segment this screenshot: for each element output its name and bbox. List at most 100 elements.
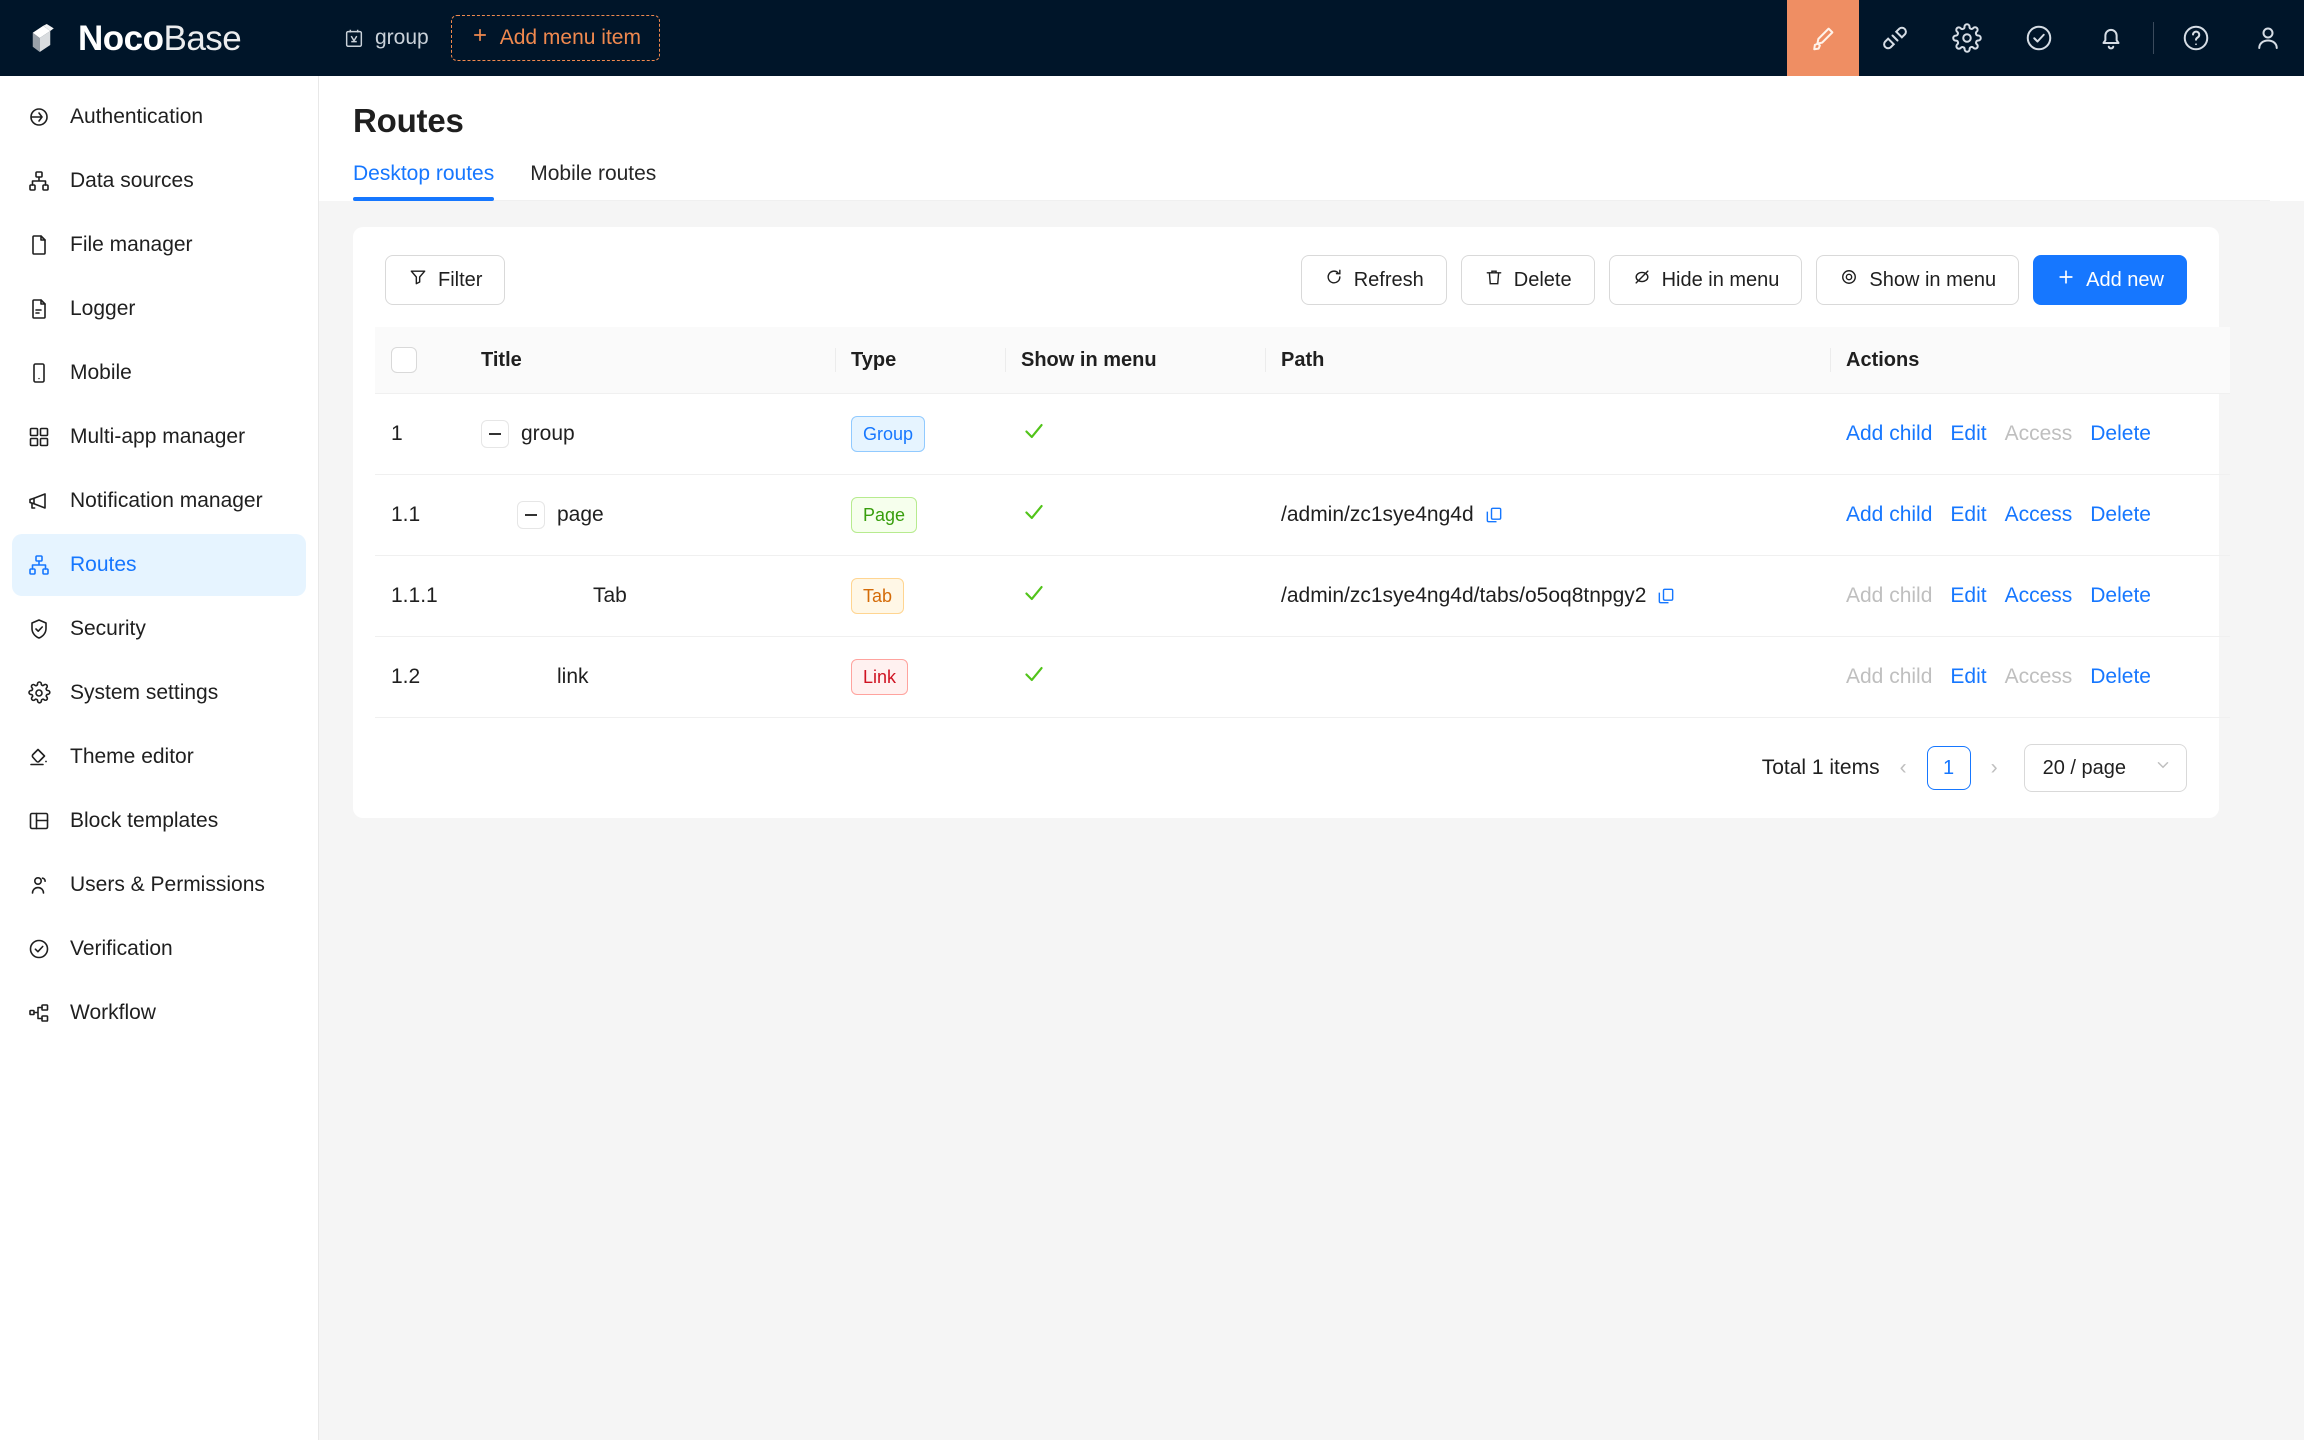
top-header-bar: NocoBase group Add menu item	[0, 0, 2304, 76]
add-new-button[interactable]: Add new	[2033, 255, 2187, 305]
check-icon	[1021, 420, 1047, 450]
user-icon[interactable]	[2232, 0, 2304, 76]
plugin-icon[interactable]	[1859, 0, 1931, 76]
column-header-select	[375, 327, 465, 394]
select-all-checkbox[interactable]	[391, 347, 417, 373]
nocobase-logo-icon	[24, 17, 66, 59]
delete-button[interactable]: Delete	[1461, 255, 1595, 305]
eye-slash-icon	[1632, 267, 1652, 293]
filter-button[interactable]: Filter	[385, 255, 505, 305]
column-header-actions: Actions	[1830, 327, 2230, 394]
sidebar-item-workflow[interactable]: Workflow	[12, 982, 306, 1044]
brand-logo-area[interactable]: NocoBase	[0, 0, 319, 76]
column-header-type: Type	[835, 327, 1005, 394]
sidebar-item-data-sources[interactable]: Data sources	[12, 150, 306, 212]
action-edit[interactable]: Edit	[1950, 503, 1986, 527]
row-show-in-menu-cell	[1005, 475, 1265, 556]
row-path-cell	[1265, 637, 1830, 718]
action-delete[interactable]: Delete	[2090, 422, 2151, 446]
gear-icon[interactable]	[1931, 0, 2003, 76]
question-circle-icon[interactable]	[2160, 0, 2232, 76]
filter-label: Filter	[438, 269, 482, 292]
sidebar-item-label: Data sources	[70, 169, 194, 193]
row-index: 1.1	[375, 475, 465, 556]
megaphone-icon	[26, 489, 52, 513]
show-in-menu-button[interactable]: Show in menu	[1816, 255, 2019, 305]
action-access: Access	[2005, 422, 2073, 446]
add-menu-item-button[interactable]: Add menu item	[451, 15, 660, 61]
sidebar-item-logger[interactable]: Logger	[12, 278, 306, 340]
sidebar-item-routes[interactable]: Routes	[12, 534, 306, 596]
sidebar-item-label: Authentication	[70, 105, 203, 129]
sidebar-item-multi-app-manager[interactable]: Multi-app manager	[12, 406, 306, 468]
collapse-toggle-icon[interactable]	[517, 501, 545, 529]
breadcrumb: group Add menu item	[319, 0, 1787, 76]
row-show-in-menu-cell	[1005, 637, 1265, 718]
show-in-menu-label: Show in menu	[1869, 269, 1996, 292]
sidebar-item-label: Block templates	[70, 809, 218, 833]
row-type-cell: Link	[835, 637, 1005, 718]
page-size-select[interactable]: 20 / page	[2024, 744, 2187, 792]
workflow-icon	[26, 1001, 52, 1025]
action-edit[interactable]: Edit	[1950, 665, 1986, 689]
sitemap-icon	[26, 553, 52, 577]
action-delete[interactable]: Delete	[2090, 584, 2151, 608]
sidebar-item-mobile[interactable]: Mobile	[12, 342, 306, 404]
row-type-cell: Group	[835, 394, 1005, 475]
bell-icon[interactable]	[2075, 0, 2147, 76]
refresh-button[interactable]: Refresh	[1301, 255, 1447, 305]
sidebar-item-verification[interactable]: Verification	[12, 918, 306, 980]
check-circle-icon[interactable]	[2003, 0, 2075, 76]
sidebar-item-authentication[interactable]: Authentication	[12, 86, 306, 148]
pagination-page-1[interactable]: 1	[1927, 746, 1971, 790]
pagination-next-icon[interactable]: ›	[1985, 756, 2004, 780]
sidebar-item-block-templates[interactable]: Block templates	[12, 790, 306, 852]
copy-icon[interactable]	[1484, 505, 1504, 525]
chevron-down-icon	[2154, 756, 2172, 780]
hide-in-menu-button[interactable]: Hide in menu	[1609, 255, 1803, 305]
row-type-cell: Tab	[835, 556, 1005, 637]
action-add-child[interactable]: Add child	[1846, 422, 1932, 446]
action-add-child[interactable]: Add child	[1846, 503, 1932, 527]
copy-icon[interactable]	[1656, 586, 1676, 606]
sidebar-item-notification-manager[interactable]: Notification manager	[12, 470, 306, 532]
collapse-toggle-icon[interactable]	[481, 420, 509, 448]
row-title-label: link	[557, 665, 589, 689]
action-add-child: Add child	[1846, 665, 1932, 689]
tab-mobile-routes[interactable]: Mobile routes	[530, 162, 656, 200]
sidebar-item-users-permissions[interactable]: Users & Permissions	[12, 854, 306, 916]
page-size-label: 20 / page	[2043, 757, 2126, 780]
delete-label: Delete	[1514, 269, 1572, 292]
table-toolbar: Filter Refresh	[375, 249, 2197, 305]
column-header-show-in-menu: Show in menu	[1005, 327, 1265, 394]
toolbar-actions: Refresh Delete	[1301, 255, 2187, 305]
sitemap-icon	[26, 169, 52, 193]
sidebar-item-file-manager[interactable]: File manager	[12, 214, 306, 276]
action-access[interactable]: Access	[2005, 584, 2073, 608]
action-edit[interactable]: Edit	[1950, 584, 1986, 608]
sidebar-item-security[interactable]: Security	[12, 598, 306, 660]
sidebar-item-label: Notification manager	[70, 489, 263, 513]
sidebar-item-system-settings[interactable]: System settings	[12, 662, 306, 724]
sidebar-item-theme-editor[interactable]: Theme editor	[12, 726, 306, 788]
row-title-label: page	[557, 503, 604, 527]
action-delete[interactable]: Delete	[2090, 665, 2151, 689]
check-icon	[1021, 663, 1047, 693]
type-badge: Group	[851, 416, 925, 452]
breadcrumb-item-group[interactable]: group	[335, 20, 437, 56]
routes-card: Filter Refresh	[353, 227, 2219, 818]
action-delete[interactable]: Delete	[2090, 503, 2151, 527]
action-access[interactable]: Access	[2005, 503, 2073, 527]
row-index: 1.2	[375, 637, 465, 718]
table-row: 1.1pagePage/admin/zc1sye4ng4dAdd childEd…	[375, 475, 2230, 556]
action-edit[interactable]: Edit	[1950, 422, 1986, 446]
mobile-icon	[26, 361, 52, 385]
table-row: 1.1.1TabTab/admin/zc1sye4ng4d/tabs/o5oq8…	[375, 556, 2230, 637]
row-title-cell: group	[465, 394, 835, 475]
action-access: Access	[2005, 665, 2073, 689]
tab-desktop-routes[interactable]: Desktop routes	[353, 162, 494, 200]
header-icon-group	[1787, 0, 2304, 76]
highlighter-icon[interactable]	[1787, 0, 1859, 76]
sidebar-item-label: File manager	[70, 233, 193, 257]
pagination-prev-icon[interactable]: ‹	[1894, 756, 1913, 780]
